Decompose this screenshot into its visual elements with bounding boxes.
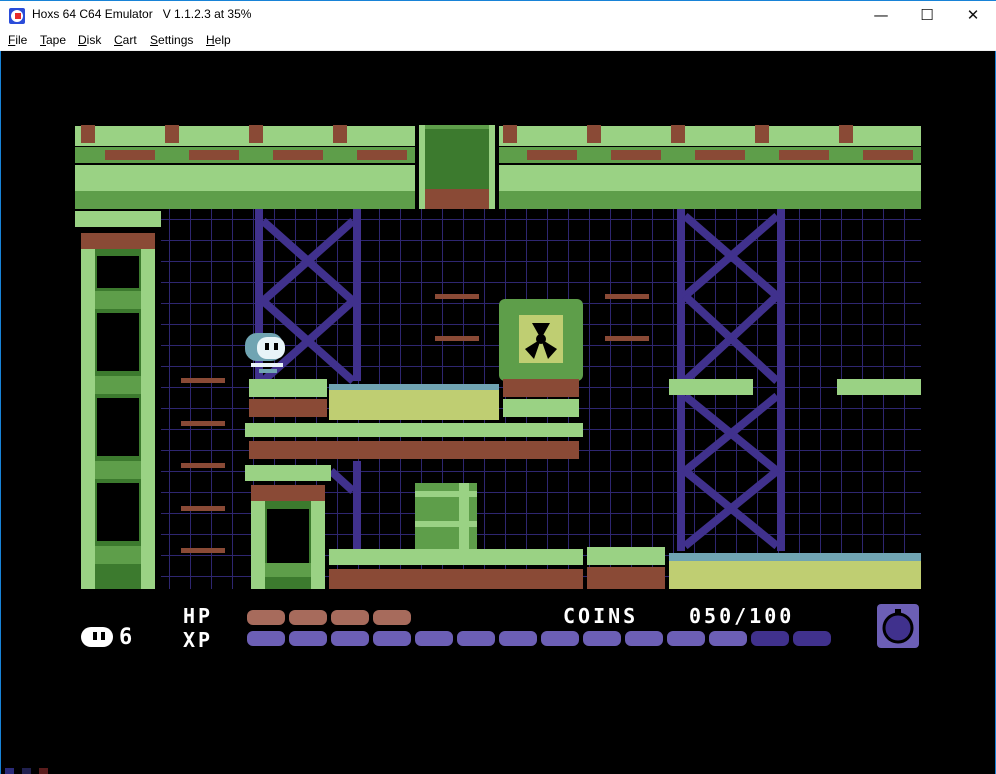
xp-segment	[541, 631, 579, 646]
barrel	[415, 483, 477, 549]
menu-cart[interactable]: Cart	[114, 33, 137, 47]
window-title: Hoxs 64 C64 Emulator V 1.1.2.3 at 35%	[32, 7, 252, 21]
menu-tape[interactable]: Tape	[40, 33, 66, 47]
menu-file[interactable]: File	[8, 33, 27, 47]
app-icon[interactable]	[9, 8, 25, 24]
xp-segment	[751, 631, 789, 646]
xp-segment	[709, 631, 747, 646]
xp-segment	[331, 631, 369, 646]
minimize-button[interactable]: —	[858, 1, 904, 30]
hp-segment	[331, 610, 369, 625]
lives-count: 6	[119, 625, 136, 650]
menu-settings[interactable]: Settings	[150, 33, 193, 47]
xp-segment	[499, 631, 537, 646]
coins-label: COINS	[563, 604, 639, 628]
item-slot-icon	[877, 604, 919, 648]
xp-segment	[457, 631, 495, 646]
xp-segment	[373, 631, 411, 646]
emulator-screen[interactable]: 6 HP XP COINS 050/100	[0, 51, 996, 774]
ceiling	[75, 125, 921, 209]
radiation-sign	[499, 299, 583, 381]
tray-indicator-2	[22, 768, 31, 774]
game-playfield	[75, 125, 921, 648]
xp-segment	[667, 631, 705, 646]
menu-help[interactable]: Help	[206, 33, 231, 47]
xp-segment	[583, 631, 621, 646]
xp-segment	[793, 631, 831, 646]
hp-bar	[247, 610, 411, 625]
xp-label: XP	[183, 628, 214, 652]
maximize-button[interactable]: ☐	[904, 1, 950, 30]
xp-bar	[247, 631, 831, 646]
hp-segment	[373, 610, 411, 625]
player-sprite	[245, 333, 285, 373]
hp-label: HP	[183, 604, 214, 628]
menu-disk[interactable]: Disk	[78, 33, 101, 47]
lower-column	[251, 485, 325, 589]
title-bar: Hoxs 64 C64 Emulator V 1.1.2.3 at 35% — …	[0, 0, 996, 30]
xp-segment	[247, 631, 285, 646]
coins-value: 050/100	[689, 604, 795, 628]
status-tray	[5, 768, 48, 774]
xp-segment	[625, 631, 663, 646]
close-button[interactable]: ✕	[950, 1, 996, 30]
tray-indicator-3	[39, 768, 48, 774]
hp-segment	[289, 610, 327, 625]
menu-bar: File Tape Disk Cart Settings Help	[0, 30, 996, 51]
tray-indicator-1	[5, 768, 14, 774]
hp-segment	[247, 610, 285, 625]
xp-segment	[415, 631, 453, 646]
lives-icon	[81, 627, 113, 647]
left-column	[75, 211, 161, 589]
xp-segment	[289, 631, 327, 646]
